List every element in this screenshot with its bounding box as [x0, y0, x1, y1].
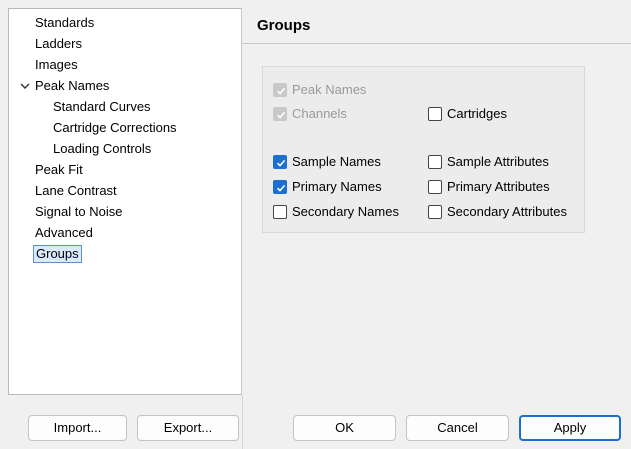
checkbox-label: Cartridges [447, 106, 507, 121]
checkbox-box [428, 205, 442, 219]
settings-tree[interactable]: Standards Ladders Images Peak Names Stan… [8, 8, 242, 395]
settings-panel: Groups Peak Names Channels Cartridges Sa… [242, 8, 631, 395]
panel-header: Groups [242, 8, 631, 44]
tree-item-groups[interactable]: Groups [33, 244, 82, 264]
tree-item-cartridge-corrections[interactable]: Cartridge Corrections [53, 118, 177, 138]
tree-item-label: Groups [33, 245, 82, 263]
tree-item-label: Cartridge Corrections [53, 120, 177, 135]
cartridges-checkbox[interactable]: Cartridges [428, 105, 507, 123]
import-button[interactable]: Import... [28, 415, 127, 441]
checkbox-label: Peak Names [292, 82, 367, 97]
tree-item-peak-names[interactable]: Peak Names [20, 76, 110, 96]
checkbox-label: Primary Names [292, 179, 382, 194]
channels-checkbox[interactable]: Channels [273, 105, 347, 123]
tree-item-loading-controls[interactable]: Loading Controls [53, 139, 151, 159]
tree-item-label: Signal to Noise [35, 204, 123, 219]
tree-item-label: Loading Controls [53, 141, 152, 156]
tree-item-signal-to-noise[interactable]: Signal to Noise [35, 202, 122, 222]
tree-item-label: Advanced [35, 225, 93, 240]
checkbox-box [273, 155, 287, 169]
apply-button[interactable]: Apply [519, 415, 621, 441]
sample-names-checkbox[interactable]: Sample Names [273, 153, 381, 171]
tree-item-label: Ladders [35, 36, 82, 51]
tree-item-ladders[interactable]: Ladders [35, 34, 82, 54]
tree-item-label: Standard Curves [53, 99, 151, 114]
sample-attributes-checkbox[interactable]: Sample Attributes [428, 153, 549, 171]
secondary-attributes-checkbox[interactable]: Secondary Attributes [428, 203, 567, 221]
export-button[interactable]: Export... [137, 415, 239, 441]
checkbox-box [428, 107, 442, 121]
tree-item-lane-contrast[interactable]: Lane Contrast [35, 181, 117, 201]
tree-item-standard-curves[interactable]: Standard Curves [53, 97, 151, 117]
ok-button[interactable]: OK [293, 415, 396, 441]
checkbox-box [428, 180, 442, 194]
checkbox-label: Sample Attributes [447, 154, 549, 169]
checkbox-box [273, 107, 287, 121]
checkbox-box [273, 205, 287, 219]
checkbox-box [273, 180, 287, 194]
tree-item-images[interactable]: Images [35, 55, 78, 75]
tree-item-label: Lane Contrast [35, 183, 117, 198]
bottom-separator [242, 395, 243, 449]
secondary-names-checkbox[interactable]: Secondary Names [273, 203, 399, 221]
checkbox-label: Secondary Names [292, 204, 399, 219]
primary-attributes-checkbox[interactable]: Primary Attributes [428, 178, 550, 196]
tree-item-label: Standards [35, 15, 95, 30]
checkbox-label: Primary Attributes [447, 179, 550, 194]
checkbox-label: Channels [292, 106, 347, 121]
tree-item-label: Peak Names [35, 78, 110, 93]
checkbox-label: Secondary Attributes [447, 204, 567, 219]
checkbox-label: Sample Names [292, 154, 381, 169]
tree-item-standards[interactable]: Standards [35, 13, 94, 33]
cancel-button[interactable]: Cancel [406, 415, 509, 441]
checkbox-box [273, 83, 287, 97]
tree-item-label: Peak Fit [35, 162, 83, 177]
chevron-down-icon[interactable] [19, 76, 31, 96]
page-title: Groups [257, 17, 311, 34]
peak-names-checkbox[interactable]: Peak Names [273, 81, 366, 99]
primary-names-checkbox[interactable]: Primary Names [273, 178, 382, 196]
tree-item-peak-fit[interactable]: Peak Fit [35, 160, 83, 180]
tree-item-label: Images [35, 57, 78, 72]
checkbox-box [428, 155, 442, 169]
groups-options-box: Peak Names Channels Cartridges Sample Na… [262, 66, 585, 233]
tree-item-advanced[interactable]: Advanced [35, 223, 93, 243]
